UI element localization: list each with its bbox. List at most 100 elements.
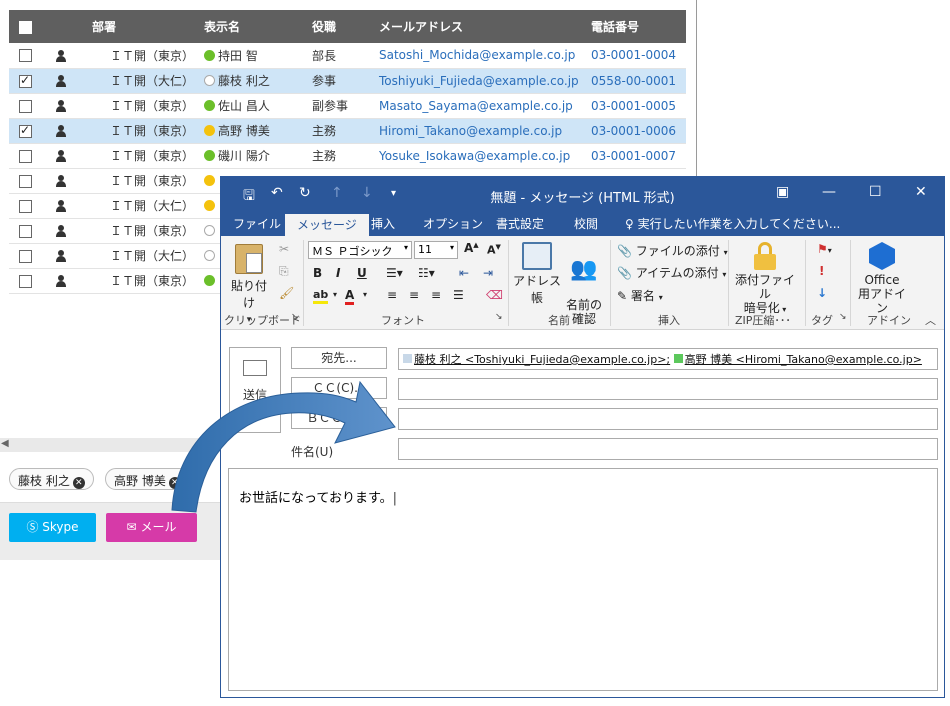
highlight-dropdown-icon[interactable]: ▾ [333,290,337,299]
row-email-link[interactable]: Hiromi_Takano@example.co.jp [379,118,591,144]
bullets-icon[interactable]: ☰▾ [386,266,403,280]
table-row[interactable]: ＩＴ開（東京） 持田 智 部長 Satoshi_Mochida@example.co.… [9,43,686,69]
zip-encrypt-button[interactable]: 添付ファイル 暗号化 ▾ [732,242,798,317]
row-display-name[interactable]: 高野 博美 [204,118,312,144]
cut-icon[interactable]: ✂ [279,242,289,256]
row-phone-link[interactable]: 03-0001-0004 [591,43,686,69]
row-display-name[interactable]: 藤枝 利之 [204,68,312,94]
minimize-icon[interactable]: — [822,184,836,200]
close-icon[interactable]: ✕ [915,184,927,200]
chip-remove-icon[interactable]: ✕ [168,477,181,489]
italic-icon[interactable]: I [336,266,340,280]
format-painter-icon[interactable]: 🖌 [279,286,294,300]
row-email-link[interactable]: Masato_Sayama@example.co.jp [379,93,591,119]
row-checkbox[interactable] [9,193,42,219]
row-email-link[interactable]: Satoshi_Mochida@example.co.jp [379,43,591,69]
address-book-button[interactable]: アドレス帳 [513,242,561,306]
row-phone-link[interactable]: 03-0001-0005 [591,93,686,119]
row-email-link[interactable]: Toshiyuki_Fujieda@example.co.jp [379,68,591,94]
row-checkbox[interactable] [9,93,42,119]
grow-font-icon[interactable]: A▲ [464,241,479,255]
tags-launcher-icon[interactable]: ↘ [839,312,847,322]
bcc-field[interactable] [398,408,938,430]
increase-indent-icon[interactable]: ⇥ [483,266,493,280]
header-display-name[interactable]: 表示名 [204,10,312,43]
chip-remove-icon[interactable]: ✕ [72,477,85,489]
highlight-icon[interactable]: ab [313,288,329,304]
header-department[interactable]: 部署 [92,10,204,43]
decrease-indent-icon[interactable]: ⇤ [459,266,469,280]
row-checkbox[interactable] [9,168,42,194]
tab-message[interactable]: メッセージ [285,214,369,236]
scroll-left-icon[interactable]: ◀ [1,438,9,449]
row-phone-link[interactable]: 0558-00-0001 [591,68,686,94]
align-center-icon[interactable]: ≡ [409,288,419,302]
header-email[interactable]: メールアドレス [379,10,591,43]
row-display-name[interactable]: 磯川 陽介 [204,143,312,169]
font-size-select[interactable]: 11 ▾ [414,241,458,259]
to-field[interactable]: 藤枝 利之 <Toshiyuki_Fujieda@example.co.jp>;… [398,348,938,370]
table-row[interactable]: ＩＴ開（東京） 佐山 昌人 副参事 Masato_Sayama@example.co.… [9,93,686,119]
tab-review[interactable]: 校閲 [574,215,598,232]
clipboard-launcher-icon[interactable]: ↘ [291,312,299,322]
clear-formatting-icon[interactable]: ⌫ [486,288,503,302]
collapse-ribbon-icon[interactable]: ︿ [925,312,936,328]
table-row[interactable]: ＩＴ開（大仁） 藤枝 利之 参事Toshiyuki_Fujieda@example.… [9,68,686,94]
mail-button[interactable]: ✉ メール [106,513,197,542]
to-button[interactable]: 宛先... [291,347,387,369]
underline-icon[interactable]: U [357,266,367,280]
align-right-icon[interactable]: ≡ [431,288,441,302]
tell-me-box[interactable]: ♀ 実行したい作業を入力してください... [625,215,840,232]
select-all-checkbox[interactable] [9,10,42,43]
table-row[interactable]: ＩＴ開（東京） 磯川 陽介 主務 Yosuke_Isokawa@example.co.… [9,143,686,169]
recipient-1[interactable]: 藤枝 利之 <Toshiyuki_Fujieda@example.co.jp>; [414,353,670,366]
low-importance-icon[interactable]: ↓ [817,286,827,300]
check-names-button[interactable]: 👥 名前の 確認 [564,242,604,326]
cc-field[interactable] [398,378,938,400]
row-display-name[interactable]: 持田 智 [204,43,312,69]
tab-file[interactable]: ファイル [233,215,281,232]
row-display-name[interactable]: 佐山 昌人 [204,93,312,119]
ribbon-display-icon[interactable]: ▣ [776,184,789,200]
header-title[interactable]: 役職 [312,10,379,43]
row-checkbox[interactable] [9,68,42,94]
row-phone-link[interactable]: 03-0001-0006 [591,118,686,144]
row-checkbox[interactable] [9,268,42,294]
cc-button[interactable]: ＣＣ(C)... [291,377,387,399]
bold-icon[interactable]: B [313,266,322,280]
tab-format[interactable]: 書式設定 [496,215,544,232]
font-launcher-icon[interactable]: ↘ [495,312,503,322]
numbering-icon[interactable]: ☷▾ [418,266,435,280]
office-addins-button[interactable]: Office 用アドイン [854,242,910,315]
table-row[interactable]: ＩＴ開（東京） 高野 博美 主務Hiromi_Takano@example.co.j… [9,118,686,144]
row-checkbox[interactable] [9,143,42,169]
attach-item-button[interactable]: 📎 アイテムの添付 ▾ [617,264,726,281]
high-importance-icon[interactable]: ! [819,264,824,278]
justify-icon[interactable]: ☰ [453,288,464,302]
row-checkbox[interactable] [9,243,42,269]
align-left-icon[interactable]: ≡ [387,288,397,302]
maximize-icon[interactable]: ☐ [869,184,882,200]
row-phone-link[interactable]: 03-0001-0007 [591,143,686,169]
recipient-2[interactable]: 高野 博美 <Hiromi_Takano@example.co.jp> [685,353,922,366]
tab-options[interactable]: オプション [423,215,483,232]
row-checkbox[interactable] [9,118,42,144]
row-checkbox[interactable] [9,218,42,244]
message-body[interactable]: お世話になっております。| [228,468,938,691]
tab-insert[interactable]: 挿入 [371,215,395,232]
copy-icon[interactable]: ⎘ [279,264,289,279]
row-checkbox[interactable] [9,43,42,69]
send-button[interactable]: 送信 (S) [229,347,281,433]
row-email-link[interactable]: Yosuke_Isokawa@example.co.jp [379,143,591,169]
font-color-dropdown-icon[interactable]: ▾ [363,290,367,299]
shrink-font-icon[interactable]: A▼ [487,243,501,257]
header-phone[interactable]: 電話番号 [591,10,686,43]
attach-file-button[interactable]: 📎 ファイルの添付 ▾ [617,242,728,259]
subject-field[interactable] [398,438,938,460]
follow-up-flag-icon[interactable]: ⚑▾ [817,242,832,256]
font-color-icon[interactable]: A [345,288,355,305]
bcc-button[interactable]: ＢＣＣ(B)... [291,407,387,429]
signature-button[interactable]: ✎ 署名 ▾ [617,287,663,304]
skype-button[interactable]: Ⓢ Skype [9,513,96,542]
font-name-select[interactable]: ＭＳ Ｐゴシック ▾ [308,241,412,259]
